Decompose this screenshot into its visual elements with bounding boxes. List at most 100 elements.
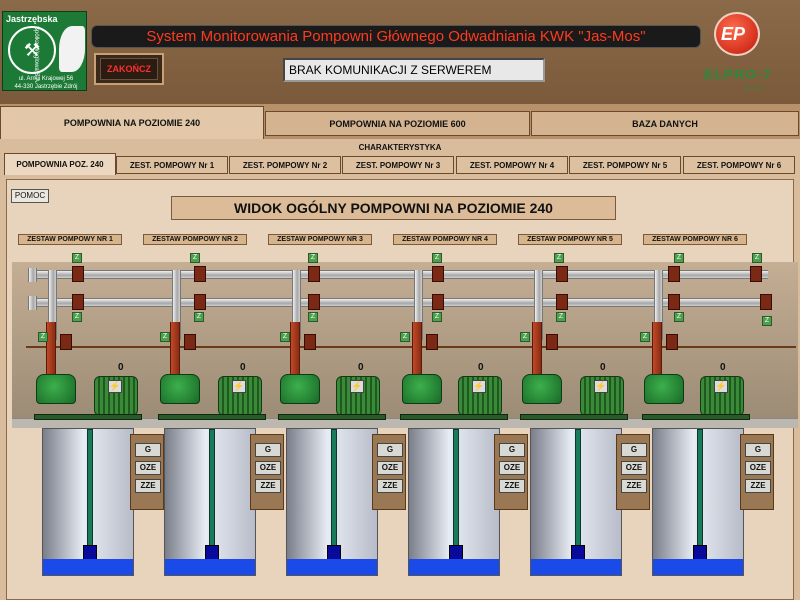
button-oze[interactable]: OZE bbox=[745, 461, 771, 475]
pump-4[interactable] bbox=[402, 374, 442, 404]
valve-upper[interactable] bbox=[72, 266, 84, 282]
button-g[interactable]: G bbox=[255, 443, 281, 457]
valve-upper[interactable] bbox=[432, 266, 444, 282]
button-g[interactable]: G bbox=[621, 443, 647, 457]
button-zze[interactable]: ZZE bbox=[255, 479, 281, 493]
pump-3[interactable] bbox=[280, 374, 320, 404]
pump-set-label-4: ZESTAW POMPOWY NR 4 bbox=[393, 234, 497, 245]
sump-tank-3 bbox=[286, 428, 378, 576]
pump-counter-3: 0 bbox=[358, 362, 364, 373]
valve-status-indicator: Z bbox=[38, 332, 48, 342]
lightning-icon: ⚡ bbox=[594, 380, 608, 393]
valve-discharge[interactable] bbox=[546, 334, 558, 350]
help-button[interactable]: POMOC bbox=[11, 189, 49, 203]
water-level bbox=[409, 558, 499, 575]
valve-status-indicator: Z bbox=[752, 253, 762, 263]
pump-shaft bbox=[575, 429, 581, 547]
button-zze[interactable]: ZZE bbox=[745, 479, 771, 493]
valve-lower[interactable] bbox=[668, 294, 680, 310]
valve-discharge[interactable] bbox=[304, 334, 316, 350]
button-g[interactable]: G bbox=[377, 443, 403, 457]
pump-counter-4: 0 bbox=[478, 362, 484, 373]
subtab-set-3[interactable]: ZEST. POMPOWY Nr 3 bbox=[342, 156, 454, 174]
button-zze[interactable]: ZZE bbox=[377, 479, 403, 493]
lightning-icon: ⚡ bbox=[472, 380, 486, 393]
subtab-set-2[interactable]: ZEST. POMPOWY Nr 2 bbox=[229, 156, 341, 174]
button-zze[interactable]: ZZE bbox=[499, 479, 525, 493]
button-zze[interactable]: ZZE bbox=[135, 479, 161, 493]
button-zze[interactable]: ZZE bbox=[621, 479, 647, 493]
valve-discharge[interactable] bbox=[666, 334, 678, 350]
server-status-message: BRAK KOMUNIKACJI Z SERWEREM bbox=[283, 58, 545, 82]
valve-status-indicator: Z bbox=[554, 253, 564, 263]
valve-upper[interactable] bbox=[194, 266, 206, 282]
button-oze[interactable]: OZE bbox=[135, 461, 161, 475]
valve-lower[interactable] bbox=[308, 294, 320, 310]
valve-status-indicator: Z bbox=[280, 332, 290, 342]
valve-status-indicator: Z bbox=[432, 312, 442, 322]
pump-1[interactable] bbox=[36, 374, 76, 404]
valve-status-indicator: Z bbox=[762, 316, 772, 326]
control-panel-1: G OZE ZZE bbox=[130, 434, 164, 510]
valve-status-indicator: Z bbox=[674, 253, 684, 263]
button-g[interactable]: G bbox=[135, 443, 161, 457]
valve-lower[interactable] bbox=[556, 294, 568, 310]
valve-end-upper[interactable] bbox=[750, 266, 762, 282]
sump-tank-6 bbox=[652, 428, 744, 576]
sump-tank-4 bbox=[408, 428, 500, 576]
valve-status-indicator: Z bbox=[640, 332, 650, 342]
pump-6[interactable] bbox=[644, 374, 684, 404]
pump-counter-5: 0 bbox=[600, 362, 606, 373]
discharge-pipe bbox=[46, 322, 56, 380]
control-panel-5: G OZE ZZE bbox=[616, 434, 650, 510]
button-g[interactable]: G bbox=[499, 443, 525, 457]
manifold-end-cap-lower bbox=[28, 296, 37, 310]
tab-level-240[interactable]: POMPOWNIA NA POZIOMIE 240 bbox=[0, 106, 264, 139]
pump-shaft bbox=[453, 429, 459, 547]
subtab-set-4[interactable]: ZEST. POMPOWY Nr 4 bbox=[456, 156, 568, 174]
subtab-set-5[interactable]: ZEST. POMPOWY Nr 5 bbox=[569, 156, 681, 174]
valve-lower[interactable] bbox=[194, 294, 206, 310]
valve-status-indicator: Z bbox=[674, 312, 684, 322]
valve-status-indicator: Z bbox=[400, 332, 410, 342]
view-title: WIDOK OGÓLNY POMPOWNI NA POZIOMIE 240 bbox=[171, 196, 616, 220]
pump-2[interactable] bbox=[160, 374, 200, 404]
pump-base bbox=[642, 414, 750, 420]
vendor-name: ELPRO-7 bbox=[704, 66, 772, 82]
exit-button[interactable]: ZAKOŃCZ bbox=[94, 53, 164, 85]
valve-upper[interactable] bbox=[668, 266, 680, 282]
valve-discharge[interactable] bbox=[60, 334, 72, 350]
button-oze[interactable]: OZE bbox=[621, 461, 647, 475]
sump-tank-5 bbox=[530, 428, 622, 576]
pump-set-label-1: ZESTAW POMPOWY NR 1 bbox=[18, 234, 122, 245]
valve-upper[interactable] bbox=[556, 266, 568, 282]
system-title: System Monitorowania Pompowni Głównego O… bbox=[91, 25, 701, 48]
pump-shaft bbox=[87, 429, 93, 547]
valve-status-indicator: Z bbox=[190, 253, 200, 263]
subtab-set-6[interactable]: ZEST. POMPOWY Nr 6 bbox=[683, 156, 795, 174]
button-oze[interactable]: OZE bbox=[377, 461, 403, 475]
valve-discharge[interactable] bbox=[426, 334, 438, 350]
vendor-logo: EP bbox=[714, 12, 764, 56]
pump-counter-2: 0 bbox=[240, 362, 246, 373]
valve-lower[interactable] bbox=[432, 294, 444, 310]
valve-discharge[interactable] bbox=[184, 334, 196, 350]
control-panel-4: G OZE ZZE bbox=[494, 434, 528, 510]
button-oze[interactable]: OZE bbox=[499, 461, 525, 475]
tab-level-600[interactable]: POMPOWNIA NA POZIOMIE 600 bbox=[265, 111, 530, 136]
button-g[interactable]: G bbox=[745, 443, 771, 457]
subtab-station-240[interactable]: POMPOWNIA POZ. 240 bbox=[4, 153, 116, 175]
button-oze[interactable]: OZE bbox=[255, 461, 281, 475]
valve-lower[interactable] bbox=[72, 294, 84, 310]
pump-shaft bbox=[209, 429, 215, 547]
valve-end-lower[interactable] bbox=[760, 294, 772, 310]
vendor-sub: Sp. z o.o. bbox=[744, 85, 766, 91]
leaf-icon bbox=[59, 26, 85, 72]
valve-status-indicator: Z bbox=[520, 332, 530, 342]
tab-database[interactable]: BAZA DANYCH bbox=[531, 111, 799, 136]
subtab-set-1[interactable]: ZEST. POMPOWY Nr 1 bbox=[116, 156, 228, 174]
valve-upper[interactable] bbox=[308, 266, 320, 282]
pump-5[interactable] bbox=[522, 374, 562, 404]
pump-set-label-3: ZESTAW POMPOWY NR 3 bbox=[268, 234, 372, 245]
discharge-pipe bbox=[532, 322, 542, 380]
